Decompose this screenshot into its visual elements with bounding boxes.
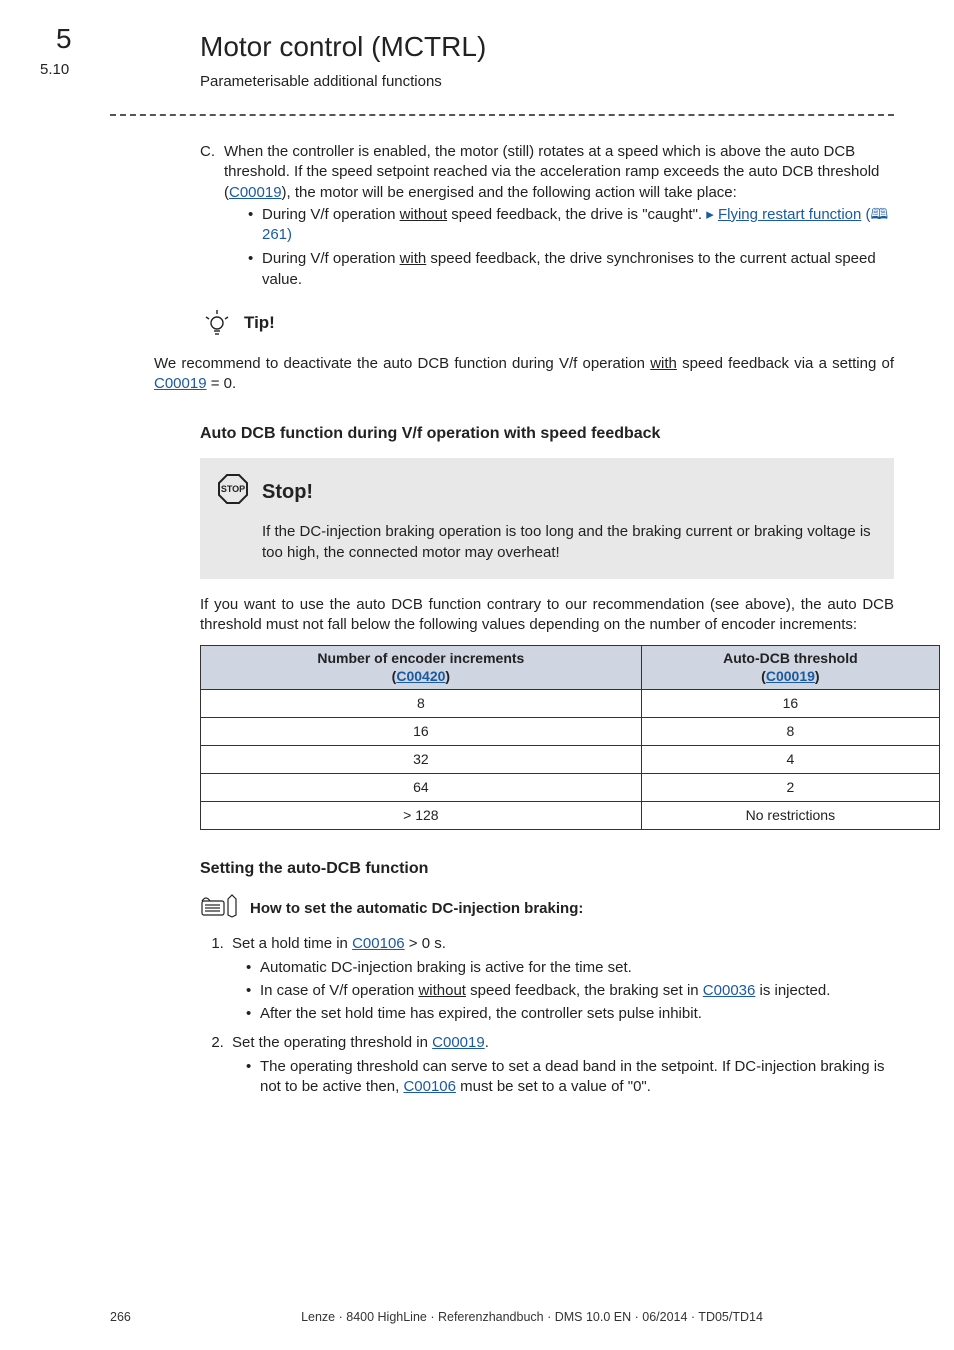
- s2-sub1: The operating threshold can serve to set…: [246, 1057, 894, 1098]
- b1-underline: without: [400, 206, 448, 223]
- cell: 16: [201, 718, 642, 746]
- list-c-text-b: ), the motor will be energised and the f…: [282, 184, 737, 201]
- tip-body-a: We recommend to deactivate the auto DCB …: [154, 355, 650, 372]
- list-letter: C.: [200, 142, 218, 294]
- s1-a: Set a hold time in: [232, 935, 352, 952]
- tip-heading: Tip!: [244, 312, 275, 335]
- tip-body: We recommend to deactivate the auto DCB …: [154, 354, 894, 395]
- triangle-icon: ▸: [706, 206, 718, 223]
- step-1: Set a hold time in C00106 > 0 s. Automat…: [228, 934, 894, 1025]
- list-c-bullet-1: During V/f operation without speed feedb…: [248, 205, 894, 246]
- b1-a: During V/f operation: [262, 206, 400, 223]
- cell: 32: [201, 746, 642, 774]
- list-c-body: When the controller is enabled, the moto…: [224, 142, 894, 294]
- s2-a: Set the operating threshold in: [232, 1034, 432, 1051]
- section-divider: [110, 114, 894, 116]
- page-footer: 266 Lenze · 8400 HighLine · Referenzhand…: [0, 1309, 954, 1326]
- para-threshold: If you want to use the auto DCB function…: [200, 595, 894, 636]
- table-row: 32 4: [201, 746, 940, 774]
- s1-sub1: Automatic DC-injection braking is active…: [246, 958, 894, 978]
- link-c00019[interactable]: C00019: [229, 184, 282, 201]
- tip-body-u: with: [650, 355, 677, 372]
- howto-block: How to set the automatic DC-injection br…: [200, 893, 894, 1097]
- cell: > 128: [201, 801, 642, 829]
- footer-text: Lenze · 8400 HighLine · Referenzhandbuch…: [170, 1309, 894, 1326]
- cell: 16: [641, 690, 939, 718]
- table-row: > 128 No restrictions: [201, 801, 940, 829]
- encoder-threshold-table: Number of encoder increments (C00420) Au…: [200, 645, 940, 829]
- cell: 4: [641, 746, 939, 774]
- link-s2-c00019[interactable]: C00019: [432, 1034, 485, 1051]
- section-number: 5.10: [40, 60, 69, 80]
- section-title: Parameterisable additional functions: [200, 72, 894, 92]
- b2-underline: with: [400, 250, 427, 267]
- tip-block: Tip!: [200, 308, 894, 344]
- tip-body-c: = 0.: [207, 375, 237, 392]
- link-c00036[interactable]: C00036: [703, 982, 756, 999]
- cell: 8: [201, 690, 642, 718]
- procedure-icon: [200, 893, 240, 925]
- b2-a: During V/f operation: [262, 250, 400, 267]
- link-s2-c00106[interactable]: C00106: [403, 1078, 456, 1095]
- s1-sub2-b: speed feedback, the braking set in: [466, 982, 703, 999]
- s1-sub2-c: is injected.: [755, 982, 830, 999]
- cell: 8: [641, 718, 939, 746]
- s1-sub2-a: In case of V/f operation: [260, 982, 418, 999]
- stop-icon: STOP: [216, 472, 250, 512]
- chapter-number: 5: [56, 20, 72, 58]
- s2-sub1-b: must be set to a value of "0".: [456, 1078, 651, 1095]
- svg-text:STOP: STOP: [221, 484, 245, 494]
- page-ref-num: 261: [262, 226, 287, 243]
- s1-sub2: In case of V/f operation without speed f…: [246, 981, 894, 1001]
- page-number: 266: [110, 1309, 170, 1326]
- link-table-c00019[interactable]: C00019: [766, 668, 815, 684]
- s1-b: > 0 s.: [405, 935, 446, 952]
- s2-b: .: [485, 1034, 489, 1051]
- chapter-title: Motor control (MCTRL): [200, 28, 894, 66]
- stop-block: STOP Stop! If the DC-injection braking o…: [200, 458, 894, 579]
- s1-sub2-u: without: [418, 982, 466, 999]
- howto-heading: How to set the automatic DC-injection br…: [250, 899, 583, 919]
- th1-a: Number of encoder increments: [317, 650, 524, 666]
- link-c00420[interactable]: C00420: [396, 668, 445, 684]
- cell: No restrictions: [641, 801, 939, 829]
- list-item-c: C. When the controller is enabled, the m…: [200, 142, 894, 294]
- link-tip-c00019[interactable]: C00019: [154, 375, 207, 392]
- table-row: 64 2: [201, 774, 940, 802]
- s1-sub3: After the set hold time has expired, the…: [246, 1004, 894, 1024]
- step-2: Set the operating threshold in C00019. T…: [228, 1033, 894, 1098]
- table-header-threshold: Auto-DCB threshold (C00019): [641, 646, 939, 690]
- tip-body-b: speed feedback via a setting of: [677, 355, 894, 372]
- subheading-auto-dcb-fb: Auto DCB function during V/f operation w…: [200, 423, 894, 445]
- cell: 2: [641, 774, 939, 802]
- table-row: 8 16: [201, 690, 940, 718]
- link-flying-restart[interactable]: Flying restart function: [718, 206, 861, 223]
- cell: 64: [201, 774, 642, 802]
- stop-title: Stop!: [262, 479, 313, 506]
- th2-a: Auto-DCB threshold: [723, 650, 858, 666]
- stop-body: If the DC-injection braking operation is…: [262, 522, 876, 563]
- b1-b: speed feedback, the drive is "caught".: [447, 206, 706, 223]
- table-header-increments: Number of encoder increments (C00420): [201, 646, 642, 690]
- lightbulb-icon: [200, 308, 234, 344]
- table-row: 16 8: [201, 718, 940, 746]
- link-c00106[interactable]: C00106: [352, 935, 405, 952]
- subheading-setting-auto-dcb: Setting the auto-DCB function: [200, 858, 894, 880]
- list-c-bullet-2: During V/f operation with speed feedback…: [248, 249, 894, 290]
